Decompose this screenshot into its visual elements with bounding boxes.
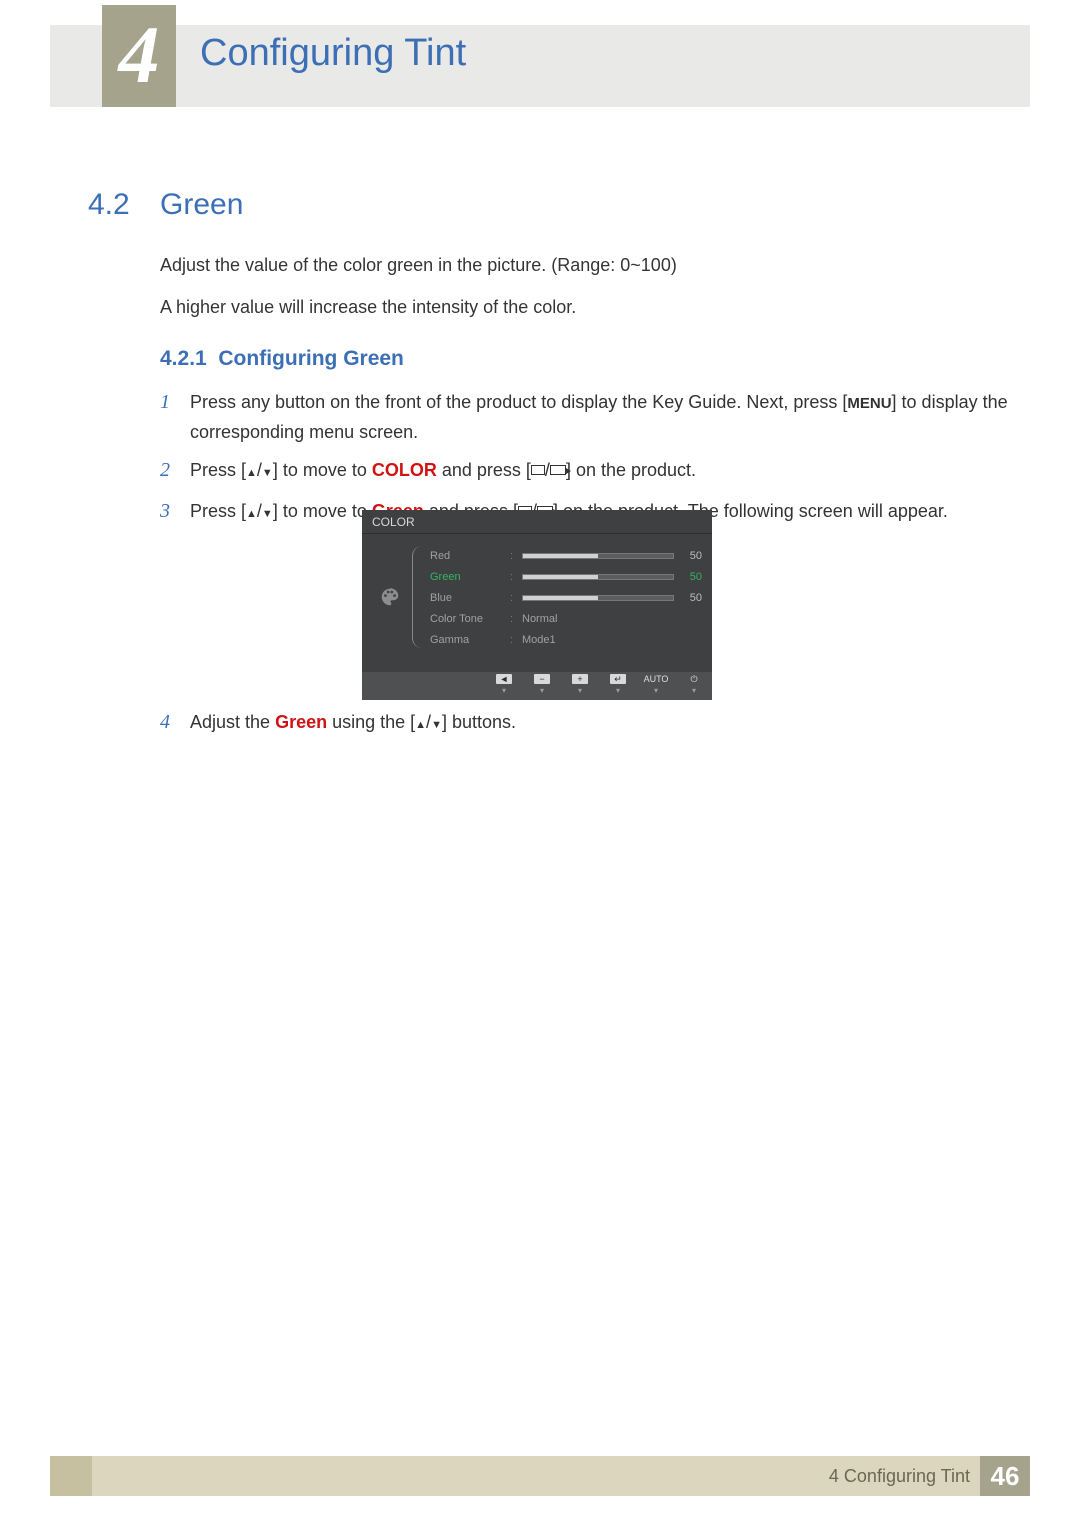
step-text: Press [/] to move to COLOR and press [/]… [190,456,1020,487]
text: ] to move to [273,501,372,521]
osd-value-colortone: Normal [522,613,557,625]
osd-row-colortone: : Normal [510,611,702,627]
step-4: 4 Adjust the Green using the [/] buttons… [160,708,1020,749]
step-number: 1 [160,388,190,416]
osd-value-green: 50 [680,571,702,583]
osd-footer-plus-icon: + [568,674,592,695]
osd-label-gamma: Gamma [430,632,502,648]
text: using the [ [327,712,415,732]
text: and press [ [437,460,531,480]
osd-footer-enter-icon: ↵ [606,674,630,695]
osd-body: Red Green Blue Color Tone Gamma : 50 : 5… [362,534,712,656]
osd-row-blue: : 50 [510,590,702,606]
text: ] buttons. [442,712,516,732]
slider [522,574,674,580]
chapter-title: Configuring Tint [200,32,466,75]
osd-label-green: Green [430,569,502,585]
enter-icon [550,465,566,475]
osd-footer-minus-icon: − [530,674,554,695]
osd-title: COLOR [362,510,712,534]
keyword-color: COLOR [372,460,437,480]
step-text: Press any button on the front of the pro… [190,388,1020,446]
footer-bar: 4 Configuring Tint 46 [50,1456,1030,1496]
down-arrow-icon [262,460,273,480]
footer-chapter-label: 4 Configuring Tint [829,1466,970,1487]
osd-footer-power-icon: ⏻ [682,674,706,695]
osd-row-gamma: : Mode1 [510,632,702,648]
keyword-green: Green [275,712,327,732]
osd-bracket [412,546,422,648]
osd-values: : 50 : 50 : 50 : Normal [510,546,702,648]
paragraph: Adjust the value of the color green in t… [160,255,1020,276]
up-arrow-icon [246,501,257,521]
step-number: 3 [160,497,190,525]
osd-label-red: Red [430,548,502,564]
paragraph: A higher value will increase the intensi… [160,297,1020,318]
osd-value-red: 50 [680,550,702,562]
step-number: 4 [160,708,190,736]
osd-footer: ◄ − + ↵ AUTO ⏻ [362,672,712,700]
section-number: 4.2 [88,188,130,222]
osd-footer-back-icon: ◄ [492,674,516,695]
subsection-title: Configuring Green [218,347,404,370]
footer-accent [50,1456,92,1496]
text: ] on the product. [566,460,696,480]
up-arrow-icon [246,460,257,480]
chapter-number-badge: 4 [102,5,176,107]
palette-icon [376,546,404,648]
osd-footer-auto: AUTO [644,674,668,695]
slider [522,595,674,601]
subsection-number: 4.2.1 [160,347,207,370]
osd-row-red: : 50 [510,548,702,564]
osd-label-colortone: Color Tone [430,611,502,627]
step-text: Adjust the Green using the [/] buttons. [190,708,1020,739]
up-arrow-icon [415,712,426,732]
menu-label: MENU [847,395,891,412]
osd-value-gamma: Mode1 [522,634,556,646]
text: Adjust the [190,712,275,732]
down-arrow-icon [262,501,273,521]
osd-label-blue: Blue [430,590,502,606]
text: Press any button on the front of the pro… [190,392,847,412]
section-title: Green [160,188,243,222]
osd-labels: Red Green Blue Color Tone Gamma [430,546,502,648]
step-2: 2 Press [/] to move to COLOR and press [… [160,456,1020,487]
header-bar [50,25,1030,107]
down-arrow-icon [431,712,442,732]
text: Press [ [190,460,246,480]
step-number: 2 [160,456,190,484]
osd-value-blue: 50 [680,592,702,604]
slider [522,553,674,559]
page-number: 46 [980,1456,1030,1496]
osd-row-green: : 50 [510,569,702,585]
page: 4 Configuring Tint 4.2 Green Adjust the … [0,0,1080,1527]
subsection-heading: 4.2.1 Configuring Green [160,347,404,371]
text: ] to move to [273,460,372,480]
step-1: 1 Press any button on the front of the p… [160,388,1020,446]
text: Press [ [190,501,246,521]
source-icon [531,465,545,475]
osd-color-menu: COLOR Red Green Blue Color Tone Gamma : … [362,510,712,700]
